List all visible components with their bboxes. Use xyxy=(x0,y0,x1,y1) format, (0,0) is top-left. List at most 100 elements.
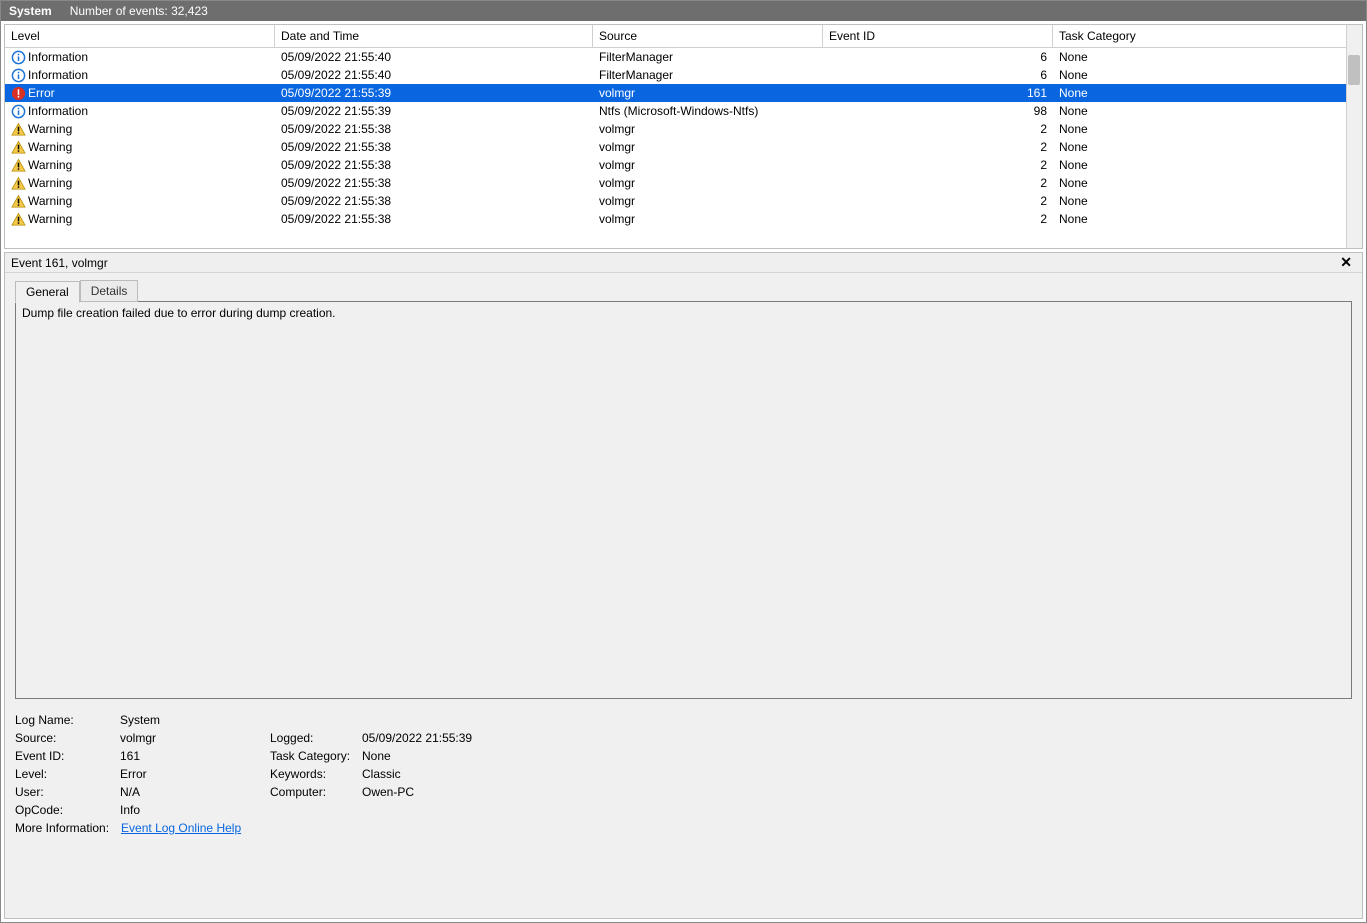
table-row[interactable]: Warning 05/09/2022 21:55:38volmgr2None xyxy=(5,138,1362,156)
detail-title: Event 161, volmgr xyxy=(11,256,108,270)
row-level-text: Information xyxy=(28,104,88,118)
warning-icon xyxy=(11,212,26,227)
val-opcode: Info xyxy=(120,803,270,817)
information-icon xyxy=(11,68,26,83)
row-level-text: Warning xyxy=(28,158,72,172)
row-task-category: None xyxy=(1053,104,1362,118)
val-task-category: None xyxy=(362,749,682,763)
event-properties: Log Name: System Source: volmgr Logged: … xyxy=(15,713,1352,817)
error-icon xyxy=(11,86,26,101)
table-row[interactable]: Error 05/09/2022 21:55:39volmgr161None xyxy=(5,84,1362,102)
row-level-text: Warning xyxy=(28,194,72,208)
row-event-id: 2 xyxy=(823,140,1053,154)
column-header-taskcat[interactable]: Task Category xyxy=(1053,25,1362,47)
row-source: volmgr xyxy=(593,140,823,154)
event-viewer-window: System Number of events: 32,423 Level Da… xyxy=(0,0,1367,923)
row-datetime: 05/09/2022 21:55:38 xyxy=(275,194,593,208)
grid-body[interactable]: Information 05/09/2022 21:55:40FilterMana… xyxy=(5,48,1362,248)
row-event-id: 6 xyxy=(823,68,1053,82)
table-row[interactable]: Warning 05/09/2022 21:55:38volmgr2None xyxy=(5,156,1362,174)
tab-strip: General Details xyxy=(5,273,1362,301)
row-source: volmgr xyxy=(593,194,823,208)
row-source: volmgr xyxy=(593,158,823,172)
val-event-id: 161 xyxy=(120,749,270,763)
more-information: More Information: Event Log Online Help xyxy=(15,821,1352,835)
row-datetime: 05/09/2022 21:55:38 xyxy=(275,140,593,154)
row-task-category: None xyxy=(1053,140,1362,154)
row-event-id: 2 xyxy=(823,194,1053,208)
row-source: FilterManager xyxy=(593,68,823,82)
row-level-text: Information xyxy=(28,50,88,64)
row-level-text: Information xyxy=(28,68,88,82)
row-datetime: 05/09/2022 21:55:38 xyxy=(275,122,593,136)
close-icon[interactable]: ✕ xyxy=(1336,254,1356,271)
val-computer: Owen-PC xyxy=(362,785,682,799)
link-event-log-help[interactable]: Event Log Online Help xyxy=(121,821,241,835)
row-task-category: None xyxy=(1053,86,1362,100)
row-source: volmgr xyxy=(593,122,823,136)
lbl-task-category: Task Category: xyxy=(270,749,362,763)
row-source: volmgr xyxy=(593,86,823,100)
row-task-category: None xyxy=(1053,194,1362,208)
warning-icon xyxy=(11,194,26,209)
table-row[interactable]: Information 05/09/2022 21:55:39Ntfs (Micr… xyxy=(5,102,1362,120)
lbl-event-id: Event ID: xyxy=(15,749,120,763)
row-datetime: 05/09/2022 21:55:39 xyxy=(275,86,593,100)
val-source: volmgr xyxy=(120,731,270,745)
table-row[interactable]: Information05/09/2022 21:55:40FilterMana… xyxy=(5,66,1362,84)
lbl-more-info: More Information: xyxy=(15,821,109,835)
column-header-datetime[interactable]: Date and Time xyxy=(275,25,593,47)
titlebar: System Number of events: 32,423 xyxy=(1,1,1366,21)
row-event-id: 2 xyxy=(823,122,1053,136)
val-logged: 05/09/2022 21:55:39 xyxy=(362,731,682,745)
column-header-eventid[interactable]: Event ID xyxy=(823,25,1053,47)
grid-header: Level Date and Time Source Event ID Task… xyxy=(5,25,1362,48)
row-datetime: 05/09/2022 21:55:40 xyxy=(275,50,593,64)
row-event-id: 161 xyxy=(823,86,1053,100)
row-level-text: Warning xyxy=(28,122,72,136)
row-source: Ntfs (Microsoft-Windows-Ntfs) xyxy=(593,104,823,118)
lbl-opcode: OpCode: xyxy=(15,803,120,817)
column-header-level[interactable]: Level xyxy=(5,25,275,47)
row-level-text: Warning xyxy=(28,212,72,226)
detail-titlebar: Event 161, volmgr ✕ xyxy=(5,253,1362,273)
row-task-category: None xyxy=(1053,68,1362,82)
lbl-computer: Computer: xyxy=(270,785,362,799)
event-description: Dump file creation failed due to error d… xyxy=(15,301,1352,699)
row-datetime: 05/09/2022 21:55:38 xyxy=(275,158,593,172)
table-row[interactable]: Information 05/09/2022 21:55:40FilterMana… xyxy=(5,48,1362,66)
row-task-category: None xyxy=(1053,158,1362,172)
column-header-source[interactable]: Source xyxy=(593,25,823,47)
row-event-id: 6 xyxy=(823,50,1053,64)
row-source: FilterManager xyxy=(593,50,823,64)
row-datetime: 05/09/2022 21:55:38 xyxy=(275,176,593,190)
row-task-category: None xyxy=(1053,212,1362,226)
table-row[interactable]: Warning05/09/2022 21:55:38volmgr2None xyxy=(5,210,1362,228)
tab-details[interactable]: Details xyxy=(80,280,139,302)
row-event-id: 2 xyxy=(823,158,1053,172)
warning-icon xyxy=(11,140,26,155)
row-level-text: Warning xyxy=(28,140,72,154)
row-event-id: 98 xyxy=(823,104,1053,118)
val-keywords: Classic xyxy=(362,767,682,781)
detail-panel: Event 161, volmgr ✕ General Details Dump… xyxy=(4,252,1363,919)
scrollbar-thumb[interactable] xyxy=(1348,55,1360,85)
row-task-category: None xyxy=(1053,176,1362,190)
scrollbar[interactable] xyxy=(1346,25,1362,248)
row-level-text: Error xyxy=(28,86,55,100)
table-row[interactable]: Warning 05/09/2022 21:55:38volmgr2None xyxy=(5,192,1362,210)
lbl-user: User: xyxy=(15,785,120,799)
table-row[interactable]: Warning05/09/2022 21:55:38volmgr2None xyxy=(5,174,1362,192)
row-event-id: 2 xyxy=(823,212,1053,226)
row-event-id: 2 xyxy=(823,176,1053,190)
lbl-source: Source: xyxy=(15,731,120,745)
titlebar-count: Number of events: 32,423 xyxy=(70,4,208,18)
tab-general[interactable]: General xyxy=(15,281,80,303)
events-grid: Level Date and Time Source Event ID Task… xyxy=(4,24,1363,249)
information-icon xyxy=(11,50,26,65)
row-source: volmgr xyxy=(593,212,823,226)
warning-icon xyxy=(11,176,26,191)
table-row[interactable]: Warning05/09/2022 21:55:38volmgr2None xyxy=(5,120,1362,138)
row-source: volmgr xyxy=(593,176,823,190)
row-datetime: 05/09/2022 21:55:39 xyxy=(275,104,593,118)
